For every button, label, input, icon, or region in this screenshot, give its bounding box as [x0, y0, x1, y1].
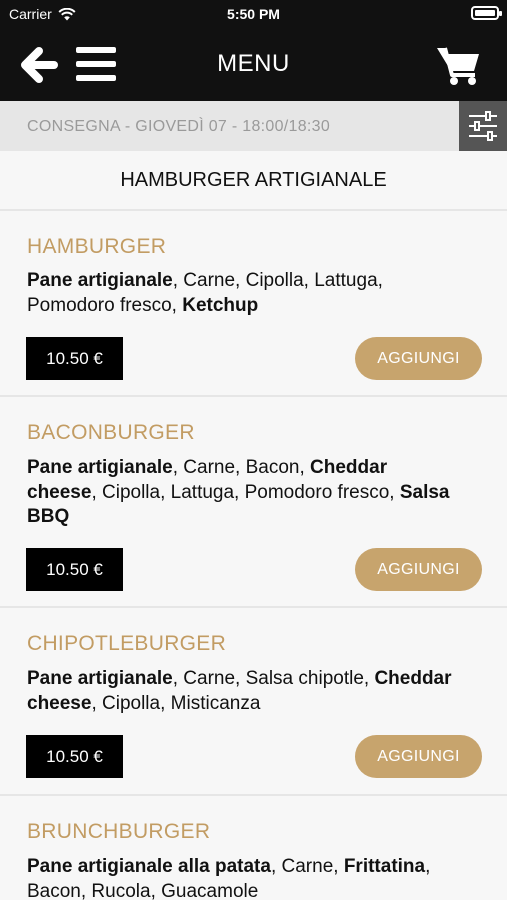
ingredient-text: , Cipolla, Misticanza [91, 692, 261, 714]
ingredient-text: , Carne, [270, 856, 344, 877]
menu-item: BACONBURGER Pane artigianale, Carne, Bac… [0, 397, 507, 608]
add-to-cart-button[interactable]: AGGIUNGI [355, 337, 482, 380]
category-title: HAMBURGER ARTIGIANALE [120, 169, 387, 191]
item-price: 10.50 € [26, 548, 123, 591]
ingredient-highlight: Ketchup [182, 294, 259, 316]
shopping-cart-icon [437, 47, 479, 85]
item-price: 10.50 € [26, 337, 123, 380]
battery-icon [471, 6, 502, 20]
item-name: BACONBURGER [27, 421, 195, 444]
cart-button[interactable] [435, 44, 481, 86]
top-bar: Carrier 5:50 PM MENU [0, 0, 507, 101]
menu-item: HAMBURGER Pane artigianale, Carne, Cipol… [0, 211, 507, 397]
delivery-slot-text: CONSEGNA - GIOVEDÌ 07 - 18:00/18:30 [27, 118, 331, 135]
item-description: Pane artigianale, Carne, Salsa chipotle,… [27, 667, 457, 716]
navigation-bar: MENU [0, 28, 507, 101]
delivery-bar[interactable]: CONSEGNA - GIOVEDÌ 07 - 18:00/18:30 [0, 101, 507, 151]
item-description: Pane artigianale, Carne, Bacon, Cheddar … [27, 456, 457, 530]
item-price: 10.50 € [26, 735, 123, 778]
page-title: MENU [217, 50, 290, 77]
ingredient-highlight: Pane artigianale [27, 457, 173, 478]
status-time: 5:50 PM [227, 6, 280, 22]
status-bar: Carrier 5:50 PM [0, 0, 507, 28]
filter-button[interactable] [459, 101, 507, 151]
ingredient-text: , Carne, Bacon, [172, 457, 311, 478]
ingredient-highlight: Pane artigianale [27, 668, 173, 689]
ingredient-highlight: Pane artigianale [27, 270, 173, 291]
ingredient-text: , Cipolla, Lattuga, Pomodoro fresco, [91, 481, 400, 503]
sliders-icon [469, 111, 497, 141]
menu-item: BRUNCHBURGER Pane artigianale alla patat… [0, 796, 507, 900]
item-description: Pane artigianale alla patata, Carne, Fri… [27, 855, 457, 900]
item-name: HAMBURGER [27, 235, 167, 258]
item-name: CHIPOTLEBURGER [27, 632, 227, 655]
add-to-cart-button[interactable]: AGGIUNGI [355, 548, 482, 591]
item-name: BRUNCHBURGER [27, 820, 211, 843]
ingredient-highlight: Frittatina [343, 856, 426, 877]
ingredient-text: , Carne, Salsa chipotle, [172, 668, 375, 689]
add-to-cart-button[interactable]: AGGIUNGI [355, 735, 482, 778]
item-description: Pane artigianale, Carne, Cipolla, Lattug… [27, 269, 457, 318]
ingredient-highlight: Pane artigianale alla patata [27, 856, 271, 877]
category-header: HAMBURGER ARTIGIANALE [0, 151, 507, 211]
menu-item: CHIPOTLEBURGER Pane artigianale, Carne, … [0, 608, 507, 796]
